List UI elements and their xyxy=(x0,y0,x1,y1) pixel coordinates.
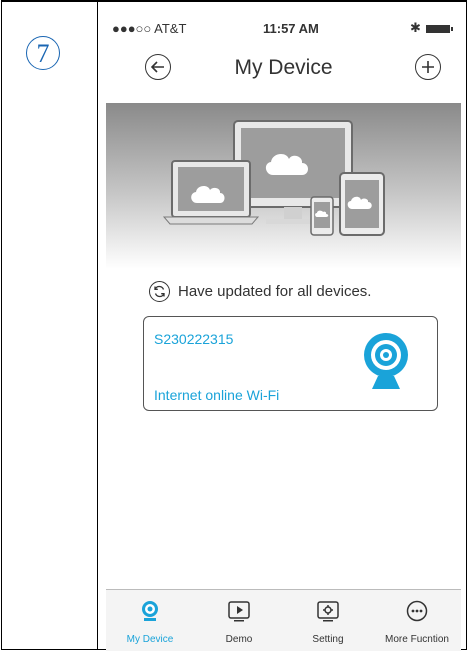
devices-banner xyxy=(106,103,461,269)
webcam-icon xyxy=(142,601,158,621)
frame-column-divider xyxy=(97,2,98,649)
status-time: 11:57 AM xyxy=(263,21,319,36)
bluetooth-icon: ✱ xyxy=(410,20,421,35)
update-message: Have updated for all devices. xyxy=(178,282,372,300)
tab-my-device[interactable]: My Device xyxy=(106,590,194,651)
tab-setting[interactable]: Setting xyxy=(284,590,372,651)
webcam-icon xyxy=(364,333,408,389)
device-card[interactable]: S230222315 Internet online Wi-Fi xyxy=(143,316,438,411)
device-status: Internet online Wi-Fi xyxy=(154,387,280,403)
update-status: Have updated for all devices. xyxy=(149,279,371,303)
tab-label: More Fucntion xyxy=(385,634,449,645)
tab-more-function[interactable]: More Fucntion xyxy=(373,590,461,651)
add-device-button[interactable] xyxy=(415,54,441,80)
phone-screen: ●●●○○ AT&T 11:57 AM ✱ My Device Have upd… xyxy=(106,17,461,651)
gear-icon xyxy=(317,601,339,622)
tab-label: My Device xyxy=(126,634,174,645)
refresh-icon[interactable] xyxy=(149,280,170,302)
tab-bar: My Device Demo Setting More Fucntion xyxy=(106,589,461,651)
tab-label: Setting xyxy=(312,634,344,645)
more-icon xyxy=(406,600,428,622)
devices-cloud-illustration xyxy=(162,120,385,236)
tab-demo[interactable]: Demo xyxy=(195,590,283,651)
page-title: My Device xyxy=(234,56,333,79)
play-icon xyxy=(228,601,250,622)
plus-icon xyxy=(422,61,434,73)
frame-top-border xyxy=(2,0,466,2)
step-number-badge: 7 xyxy=(26,36,60,70)
device-id: S230222315 xyxy=(154,331,234,347)
tab-label: Demo xyxy=(225,634,253,645)
carrier-label: ●●●○○ AT&T xyxy=(112,21,187,36)
status-bar: ●●●○○ AT&T 11:57 AM ✱ xyxy=(106,17,461,43)
nav-bar: My Device xyxy=(106,43,461,103)
battery-icon xyxy=(426,25,453,33)
